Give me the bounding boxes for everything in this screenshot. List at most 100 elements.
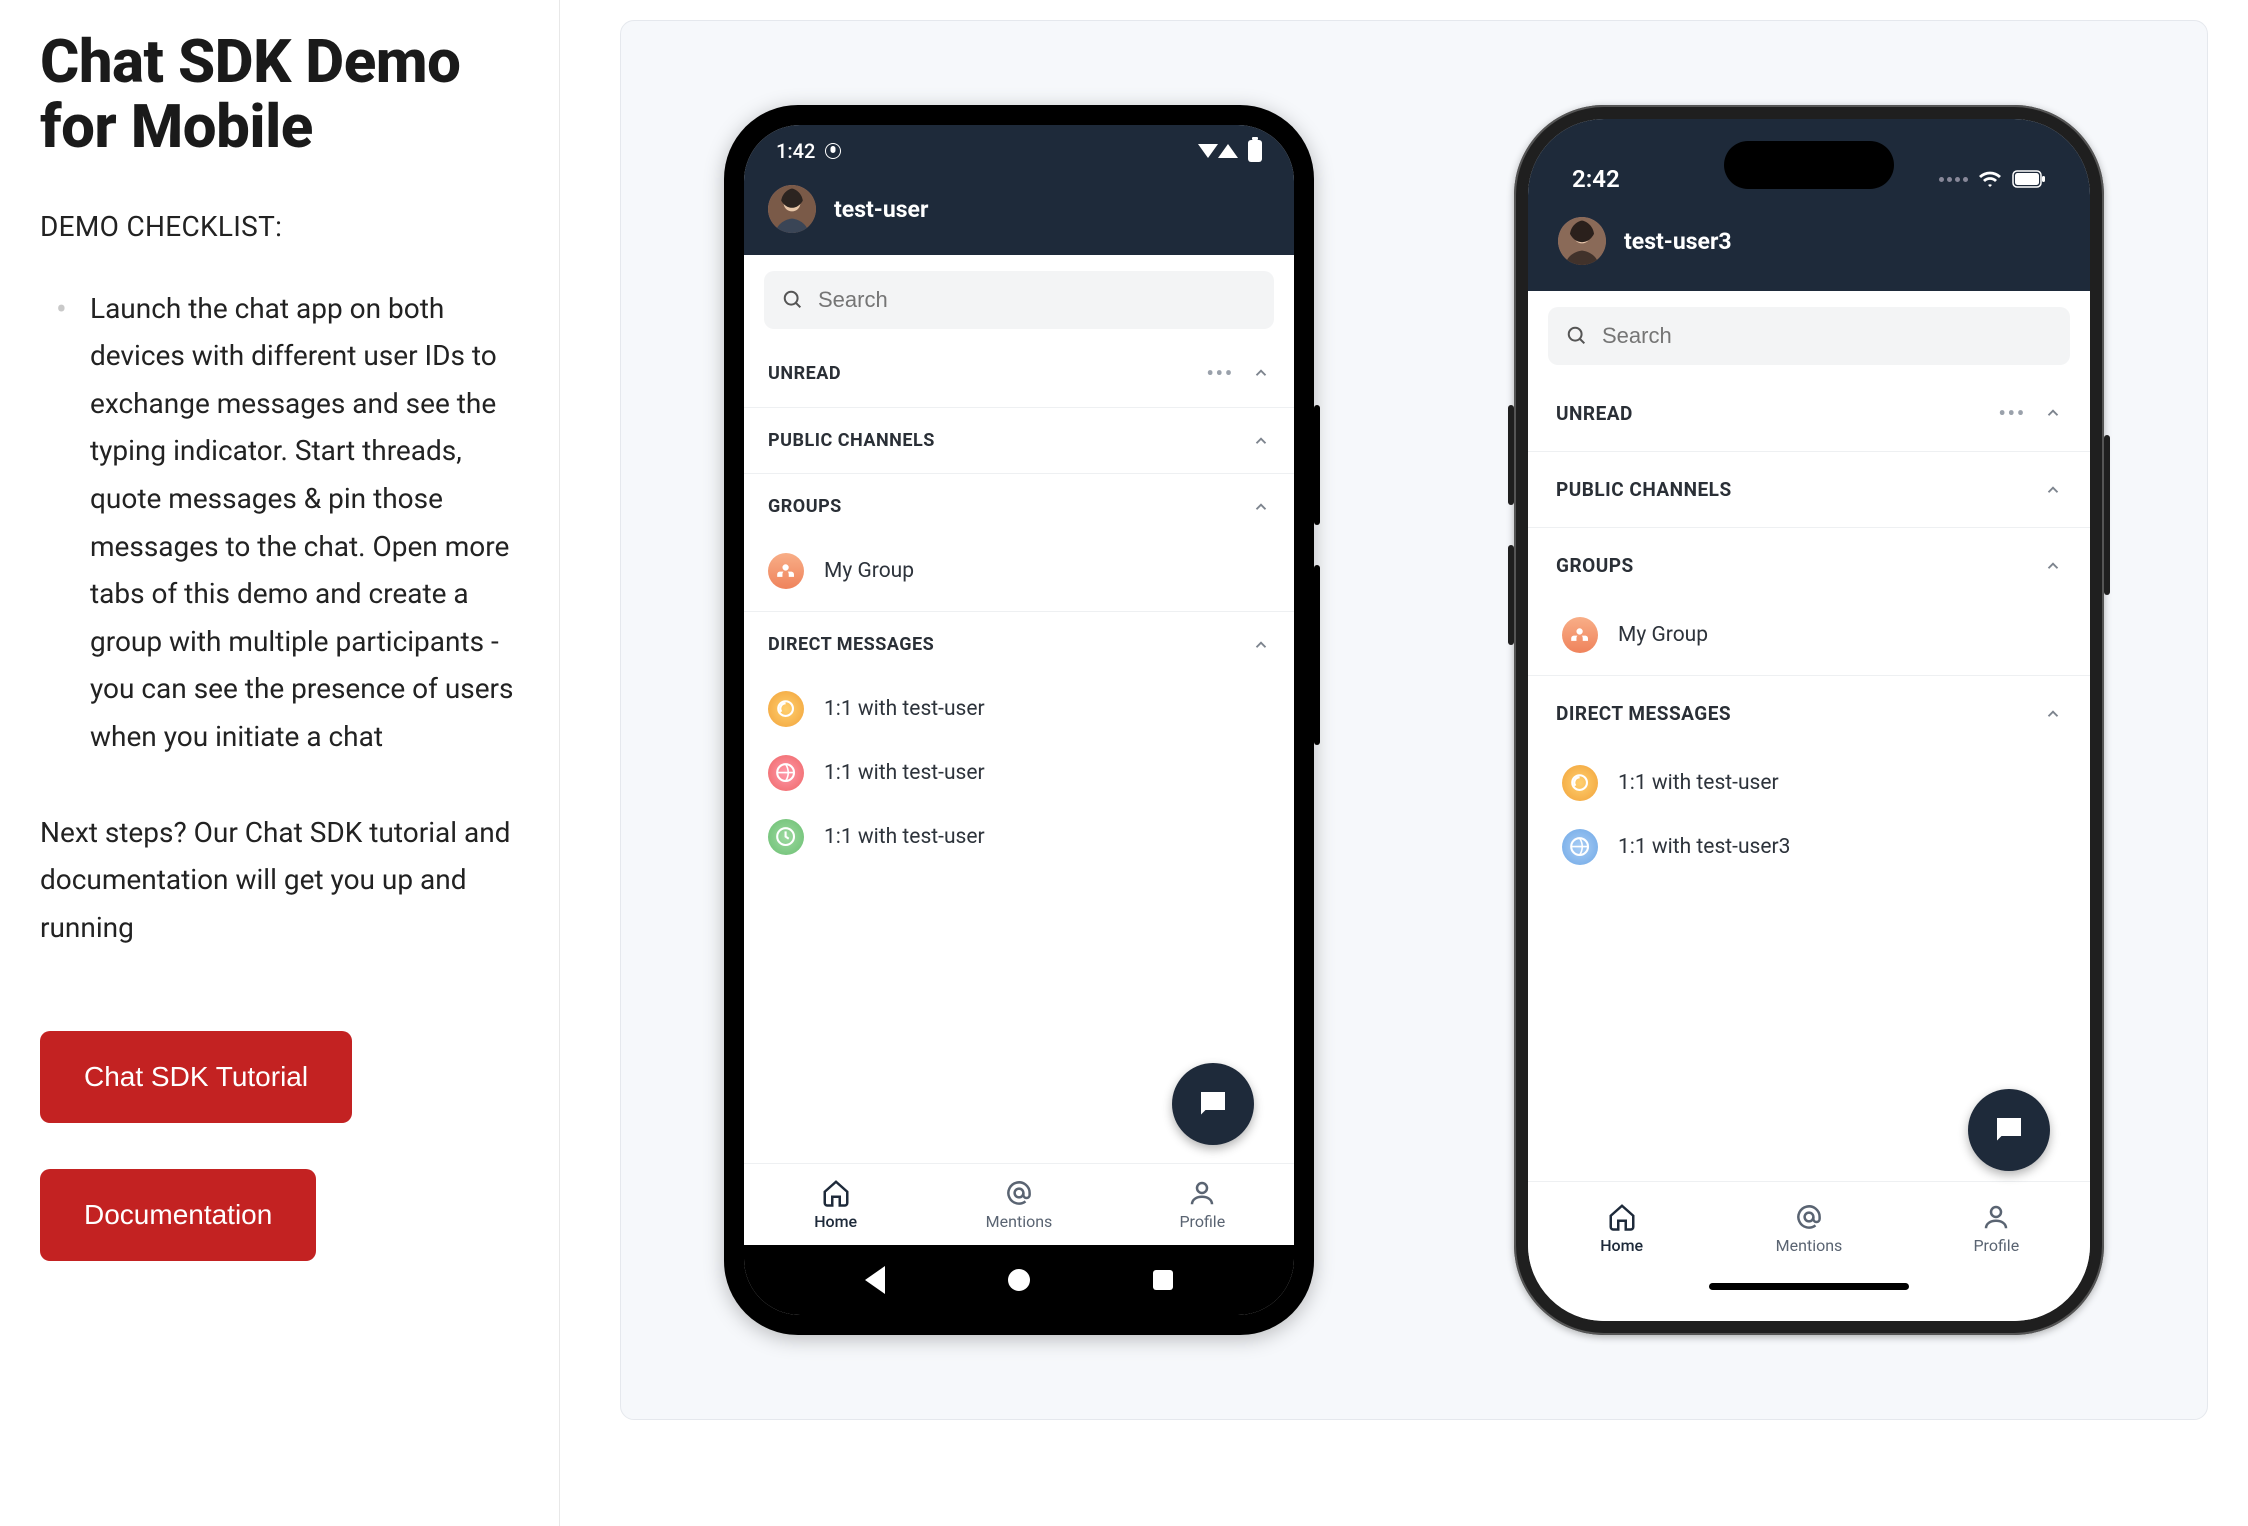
dm-row[interactable]: 1:1 with test-user	[744, 805, 1294, 869]
tab-mentions-label: Mentions	[1776, 1236, 1843, 1255]
dm-row[interactable]: 1:1 with test-user	[1528, 751, 2090, 815]
tab-home[interactable]: Home	[744, 1164, 927, 1245]
android-recent-button[interactable]	[1153, 1270, 1173, 1290]
tab-home-label: Home	[814, 1212, 857, 1231]
ios-username: test-user3	[1624, 228, 1732, 255]
chevron-up-icon[interactable]	[1252, 498, 1270, 516]
preview-card: 1:42 test-user	[620, 20, 2208, 1420]
android-app-header: test-user	[744, 171, 1294, 255]
mic-icon	[825, 143, 841, 159]
tab-home[interactable]: Home	[1528, 1182, 1715, 1275]
chevron-up-icon[interactable]	[1252, 364, 1270, 382]
group-name: My Group	[824, 559, 914, 583]
preview-area: 1:42 test-user	[560, 0, 2248, 1526]
android-username: test-user	[834, 196, 928, 223]
tutorial-button[interactable]: Chat SDK Tutorial	[40, 1031, 352, 1123]
documentation-button[interactable]: Documentation	[40, 1169, 316, 1261]
profile-icon	[1187, 1178, 1217, 1208]
chevron-up-icon[interactable]	[2044, 404, 2062, 422]
dm-label: 1:1 with test-user	[824, 761, 985, 785]
group-icon	[1562, 617, 1598, 653]
android-search-input[interactable]	[818, 287, 1256, 313]
tab-mentions-label: Mentions	[986, 1212, 1053, 1231]
signal-icon	[1218, 144, 1238, 158]
section-public[interactable]: PUBLIC CHANNELS	[744, 408, 1294, 474]
chevron-up-icon[interactable]	[2044, 705, 2062, 723]
checklist-item: Launch the chat app on both devices with…	[90, 285, 519, 761]
chevron-up-icon[interactable]	[1252, 432, 1270, 450]
ios-home-indicator[interactable]	[1528, 1275, 2090, 1321]
section-public-label: PUBLIC CHANNELS	[768, 430, 935, 451]
android-home-button[interactable]	[1008, 1269, 1030, 1291]
tab-profile[interactable]: Profile	[1903, 1182, 2090, 1275]
dm-label: 1:1 with test-user	[824, 825, 985, 849]
dm-label: 1:1 with test-user3	[1618, 835, 1790, 859]
tab-profile-label: Profile	[1179, 1212, 1225, 1231]
dm-row[interactable]: 1:1 with test-user3	[1528, 815, 2090, 879]
tab-mentions[interactable]: Mentions	[927, 1164, 1110, 1245]
next-steps-text: Next steps? Our Chat SDK tutorial and do…	[40, 809, 519, 952]
tab-home-label: Home	[1600, 1236, 1643, 1255]
android-search-box[interactable]	[764, 271, 1274, 329]
dm-label: 1:1 with test-user	[1618, 771, 1779, 795]
chevron-up-icon[interactable]	[1252, 636, 1270, 654]
group-name: My Group	[1618, 623, 1708, 647]
section-dm[interactable]: DIRECT MESSAGES	[744, 612, 1294, 677]
dm-avatar-icon	[1562, 765, 1598, 801]
section-public[interactable]: PUBLIC CHANNELS	[1528, 452, 2090, 528]
ios-content: UNREAD ••• PUBLIC CHANNELS GROUPS	[1528, 375, 2090, 1181]
chat-bubble-icon	[1195, 1086, 1231, 1122]
section-groups[interactable]: GROUPS	[744, 474, 1294, 539]
home-icon	[1607, 1202, 1637, 1232]
search-icon	[782, 289, 804, 311]
more-icon[interactable]: •••	[1998, 401, 2026, 425]
section-unread[interactable]: UNREAD •••	[1528, 375, 2090, 452]
section-groups[interactable]: GROUPS	[1528, 528, 2090, 603]
chevron-up-icon[interactable]	[2044, 481, 2062, 499]
tab-mentions[interactable]: Mentions	[1715, 1182, 1902, 1275]
dm-row[interactable]: 1:1 with test-user	[744, 677, 1294, 741]
dm-avatar-icon	[768, 819, 804, 855]
at-icon	[1794, 1202, 1824, 1232]
dm-avatar-icon	[768, 691, 804, 727]
more-icon[interactable]: •••	[1206, 361, 1234, 385]
section-unread-label: UNREAD	[768, 363, 841, 384]
ios-tabbar: Home Mentions Profile	[1528, 1181, 2090, 1275]
ios-screen: 2:42 test-user3	[1528, 119, 2090, 1321]
tab-profile[interactable]: Profile	[1111, 1164, 1294, 1245]
chevron-up-icon[interactable]	[2044, 557, 2062, 575]
android-back-button[interactable]	[865, 1266, 885, 1294]
android-content: UNREAD ••• PUBLIC CHANNELS GROUPS	[744, 339, 1294, 1163]
avatar[interactable]	[768, 185, 816, 233]
dm-row[interactable]: 1:1 with test-user	[744, 741, 1294, 805]
new-chat-fab[interactable]	[1968, 1089, 2050, 1171]
android-status-right	[1198, 140, 1262, 162]
android-navbar	[744, 1245, 1294, 1315]
section-dm-label: DIRECT MESSAGES	[1556, 702, 1731, 725]
android-status-bar: 1:42	[744, 125, 1294, 171]
section-dm[interactable]: DIRECT MESSAGES	[1528, 676, 2090, 751]
chat-bubble-icon	[1991, 1112, 2027, 1148]
new-chat-fab[interactable]	[1172, 1063, 1254, 1145]
dm-avatar-icon	[768, 755, 804, 791]
section-public-label: PUBLIC CHANNELS	[1556, 478, 1732, 501]
android-status-time: 1:42	[776, 139, 815, 163]
ios-status-right	[1939, 169, 2046, 189]
cellular-dots-icon	[1939, 177, 1968, 182]
ios-search-wrap	[1528, 291, 2090, 375]
group-row[interactable]: My Group	[1528, 603, 2090, 676]
group-row[interactable]: My Group	[744, 539, 1294, 612]
avatar[interactable]	[1558, 217, 1606, 265]
ios-search-input[interactable]	[1602, 323, 2052, 349]
tab-profile-label: Profile	[1973, 1236, 2019, 1255]
section-unread[interactable]: UNREAD •••	[744, 339, 1294, 408]
profile-icon	[1981, 1202, 2011, 1232]
group-icon	[768, 553, 804, 589]
android-tabbar: Home Mentions Profile	[744, 1163, 1294, 1245]
at-icon	[1004, 1178, 1034, 1208]
android-search-wrap	[744, 255, 1294, 339]
section-unread-label: UNREAD	[1556, 402, 1633, 425]
android-screen: 1:42 test-user	[744, 125, 1294, 1315]
battery-icon	[1248, 140, 1262, 162]
ios-search-box[interactable]	[1548, 307, 2070, 365]
